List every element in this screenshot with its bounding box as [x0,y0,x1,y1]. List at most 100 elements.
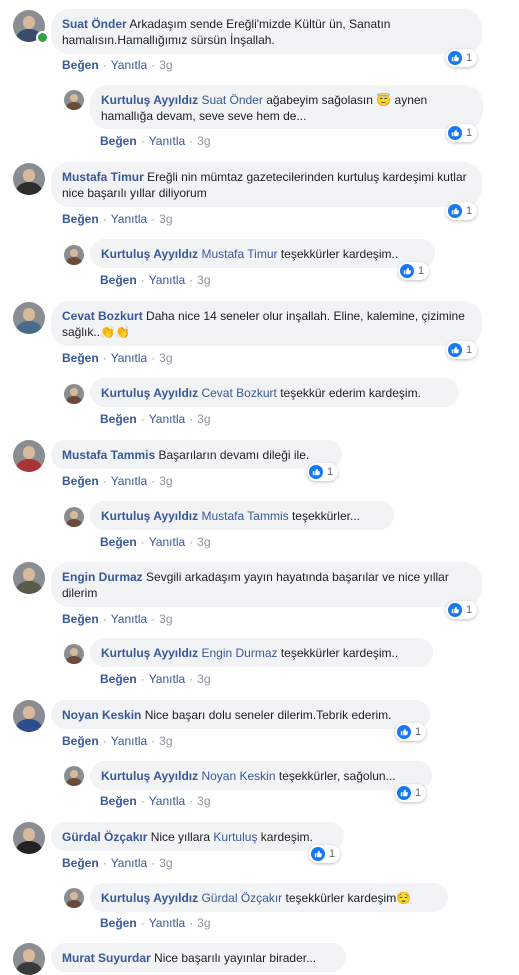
like-link[interactable]: Beğen [100,273,137,287]
reply-link[interactable]: Yanıtla [111,351,147,365]
reply-link[interactable]: Yanıtla [111,58,147,72]
reaction-count[interactable]: 1 [446,341,478,359]
like-link[interactable]: Beğen [100,412,137,426]
reply-actions: Beğen · Yanıtla · 3g [100,412,211,426]
mention-link[interactable]: Noyan Keskin [201,769,275,783]
avatar[interactable] [13,943,45,975]
comment-bubble: Mustafa Tammis Başarıların devamı dileği… [51,440,342,469]
avatar[interactable] [13,822,45,854]
reply-author[interactable]: Kurtuluş Ayyıldız [101,509,198,523]
timestamp[interactable]: 3g [197,273,210,287]
mention-link[interactable]: Cevat Bozkurt [201,386,276,400]
reaction-count[interactable]: 1 [307,463,339,481]
mention-link[interactable]: Mustafa Tammis [201,509,288,523]
avatar[interactable] [13,440,45,472]
timestamp[interactable]: 3g [197,916,210,930]
reaction-count[interactable]: 1 [309,845,341,863]
reply-link[interactable]: Yanıtla [111,734,147,748]
avatar[interactable] [13,302,45,334]
like-link[interactable]: Beğen [100,672,137,686]
like-icon [397,786,411,800]
timestamp[interactable]: 3g [159,351,172,365]
reply-link[interactable]: Yanıtla [149,672,185,686]
timestamp[interactable]: 3g [159,474,172,488]
avatar[interactable] [64,90,84,110]
like-link[interactable]: Beğen [100,134,137,148]
timestamp[interactable]: 3g [159,734,172,748]
reply-actions: Beğen · Yanıtla · 3g [100,134,211,148]
mention-link[interactable]: Suat Önder [201,93,262,107]
like-link[interactable]: Beğen [62,212,99,226]
timestamp[interactable]: 3g [159,612,172,626]
timestamp[interactable]: 3g [197,794,210,808]
reaction-count[interactable]: 1 [446,49,478,67]
reply-author[interactable]: Kurtuluş Ayyıldız [101,386,198,400]
like-link[interactable]: Beğen [62,351,99,365]
like-link[interactable]: Beğen [62,734,99,748]
comment-actions: Beğen · Yanıtla · 3g [62,612,173,626]
comment-author[interactable]: Gürdal Özçakır [62,830,147,844]
comment-author[interactable]: Mustafa Tammis [62,448,155,462]
reaction-count[interactable]: 1 [395,784,427,802]
reaction-count[interactable]: 1 [398,262,430,280]
reaction-number: 1 [466,604,473,616]
like-link[interactable]: Beğen [100,794,137,808]
reply-author[interactable]: Kurtuluş Ayyıldız [101,93,198,107]
like-icon [448,51,462,65]
reply-author[interactable]: Kurtuluş Ayyıldız [101,247,198,261]
reply-link[interactable]: Yanıtla [149,794,185,808]
avatar[interactable] [64,507,84,527]
avatar[interactable] [64,644,84,664]
avatar[interactable] [64,766,84,786]
timestamp[interactable]: 3g [159,856,172,870]
reply-link[interactable]: Yanıtla [111,612,147,626]
like-link[interactable]: Beğen [100,535,137,549]
reaction-count[interactable]: 1 [395,723,427,741]
reply-author[interactable]: Kurtuluş Ayyıldız [101,646,198,660]
timestamp[interactable]: 3g [197,535,210,549]
reply-link[interactable]: Yanıtla [149,412,185,426]
separator: · [189,273,194,287]
like-link[interactable]: Beğen [100,916,137,930]
avatar[interactable] [64,384,84,404]
timestamp[interactable]: 3g [197,412,210,426]
comment-author[interactable]: Mustafa Timur [62,170,144,184]
separator: · [140,134,145,148]
comment-author[interactable]: Murat Suyurdar [62,951,151,965]
reply-link[interactable]: Yanıtla [149,273,185,287]
mention-link[interactable]: Mustafa Timur [201,247,277,261]
timestamp[interactable]: 3g [197,672,210,686]
reply-link[interactable]: Yanıtla [149,134,185,148]
avatar[interactable] [13,562,45,594]
avatar[interactable] [64,888,84,908]
like-link[interactable]: Beğen [62,856,99,870]
reaction-count[interactable]: 1 [446,601,478,619]
comment-author[interactable]: Noyan Keskin [62,708,141,722]
comment-author[interactable]: Suat Önder [62,17,127,31]
avatar[interactable] [13,163,45,195]
reply-link[interactable]: Yanıtla [111,474,147,488]
reply-author[interactable]: Kurtuluş Ayyıldız [101,891,198,905]
mention-link[interactable]: Engin Durmaz [201,646,277,660]
avatar[interactable] [13,700,45,732]
timestamp[interactable]: 3g [159,212,172,226]
reaction-count[interactable]: 1 [446,124,478,142]
online-status-icon [36,31,49,44]
reply-link[interactable]: Yanıtla [149,535,185,549]
comment-author[interactable]: Engin Durmaz [62,570,143,584]
reply-link[interactable]: Yanıtla [149,916,185,930]
like-link[interactable]: Beğen [62,612,99,626]
like-link[interactable]: Beğen [62,58,99,72]
reply-link[interactable]: Yanıtla [111,212,147,226]
like-link[interactable]: Beğen [62,474,99,488]
avatar[interactable] [64,245,84,265]
timestamp[interactable]: 3g [159,58,172,72]
reaction-number: 1 [418,265,425,277]
mention-link[interactable]: Kurtuluş [213,830,257,844]
mention-link[interactable]: Gürdal Özçakır [201,891,282,905]
comment-author[interactable]: Cevat Bozkurt [62,309,143,323]
reaction-count[interactable]: 1 [446,202,478,220]
reply-link[interactable]: Yanıtla [111,856,147,870]
timestamp[interactable]: 3g [197,134,210,148]
reply-author[interactable]: Kurtuluş Ayyıldız [101,769,198,783]
